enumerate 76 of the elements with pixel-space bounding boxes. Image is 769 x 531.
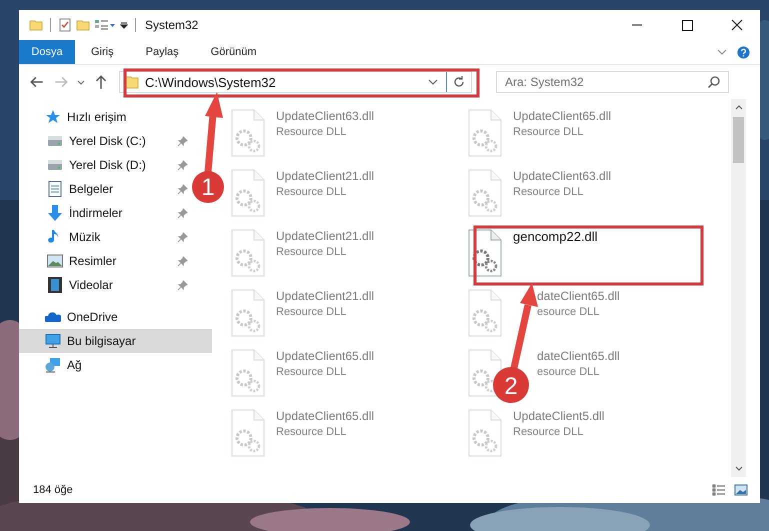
file-type: Resource DLL	[276, 306, 348, 318]
help-icon[interactable]	[737, 46, 750, 58]
scrollbar[interactable]	[731, 99, 746, 477]
file-type: esource DLL	[537, 306, 600, 318]
folder-icon[interactable]	[76, 18, 90, 32]
sidebar-item[interactable]: Resimler	[19, 249, 190, 273]
file-type: Resource DLL	[276, 246, 348, 258]
address-path: C:\Windows\System32	[145, 74, 277, 90]
pin-icon[interactable]	[177, 208, 188, 218]
file-name[interactable]: UpdateClient63.dll	[513, 169, 612, 183]
ribbon-tab[interactable]: Dosya	[19, 40, 75, 64]
folder-icon	[125, 75, 139, 89]
sidebar-item[interactable]: Ağ	[19, 353, 88, 377]
pin-icon[interactable]	[177, 136, 188, 146]
network-icon	[45, 357, 61, 373]
file-name[interactable]: dateClient65.dll	[537, 289, 620, 303]
sidebar-item[interactable]: Videolar	[19, 273, 190, 297]
search-icon[interactable]	[707, 75, 721, 89]
back-arrow-icon[interactable]	[29, 74, 45, 90]
pin-icon[interactable]	[177, 256, 188, 266]
step-badge: 1	[192, 171, 224, 203]
step-badge: 2	[493, 367, 529, 403]
sidebar-item[interactable]: Belgeler	[19, 177, 190, 201]
file-name[interactable]: UpdateClient21.dll	[276, 229, 374, 243]
address-bar[interactable]: C:\Windows\System32	[119, 71, 472, 93]
details-view-icon[interactable]	[712, 483, 726, 497]
sidebar-item[interactable]: Hızlı erişim	[19, 105, 132, 129]
ribbon-tab[interactable]: Giriş	[75, 40, 130, 64]
pin-icon[interactable]	[177, 160, 188, 170]
file-name[interactable]: dateClient65.dll	[537, 349, 620, 363]
folder-icon[interactable]	[29, 18, 43, 32]
file-type: Resource DLL	[276, 426, 348, 438]
sidebar-item[interactable]: Bu bilgisayar	[19, 329, 212, 353]
sidebar-item[interactable]: OneDrive	[19, 305, 124, 329]
scroll-thumb[interactable]	[733, 117, 744, 163]
item-count: 184 öğe	[33, 484, 73, 496]
pin-icon[interactable]	[177, 280, 188, 290]
file-type: Resource DLL	[513, 426, 584, 438]
sidebar-item[interactable]: İndirmeler	[19, 201, 190, 225]
file-type: Resource DLL	[276, 186, 348, 198]
search-field[interactable]: Ara: System32	[496, 71, 729, 93]
file-type: Resource DLL	[513, 126, 584, 138]
pin-icon[interactable]	[177, 232, 188, 242]
file-name[interactable]: UpdateClient5.dll	[513, 409, 604, 423]
file-type: Resource DLL	[513, 186, 584, 198]
star-icon	[45, 109, 61, 125]
file-type: esource DLL	[537, 366, 600, 378]
file-name[interactable]: UpdateClient63.dll	[276, 109, 374, 123]
drive-icon	[47, 133, 63, 149]
ribbon-tab[interactable]: Paylaş	[130, 40, 195, 64]
file-name[interactable]: UpdateClient65.dll	[513, 109, 612, 123]
file-name[interactable]: gencomp22.dll	[513, 229, 598, 244]
ribbon-tab[interactable]: Görünüm	[194, 40, 272, 64]
drive-icon	[47, 157, 63, 173]
up-arrow-icon[interactable]	[93, 74, 109, 90]
sidebar-item[interactable]: Yerel Disk (C:)	[19, 129, 190, 153]
file-name[interactable]: UpdateClient21.dll	[276, 289, 374, 303]
document-icon	[47, 181, 63, 197]
file-type: Resource DLL	[276, 126, 348, 138]
file-name[interactable]: UpdateClient65.dll	[276, 349, 374, 363]
down-arrow-icon	[47, 205, 63, 221]
sidebar-item[interactable]: Müzik	[19, 225, 190, 249]
view-options-icon[interactable]	[94, 18, 116, 32]
film-icon	[47, 277, 63, 293]
file-name[interactable]: UpdateClient21.dll	[276, 169, 374, 183]
file-type: Resource DLL	[276, 366, 348, 378]
forward-arrow-icon[interactable]	[53, 74, 69, 90]
properties-icon[interactable]	[58, 18, 72, 32]
sidebar-item[interactable]: Yerel Disk (D:)	[19, 153, 190, 177]
monitor-icon	[45, 333, 61, 349]
window-title: System32	[145, 18, 198, 32]
pin-icon[interactable]	[177, 184, 188, 194]
large-icons-view-icon[interactable]	[734, 483, 748, 497]
file-name[interactable]: UpdateClient65.dll	[276, 409, 374, 423]
dll-file-icon[interactable]	[467, 229, 503, 277]
image-icon	[47, 253, 63, 269]
